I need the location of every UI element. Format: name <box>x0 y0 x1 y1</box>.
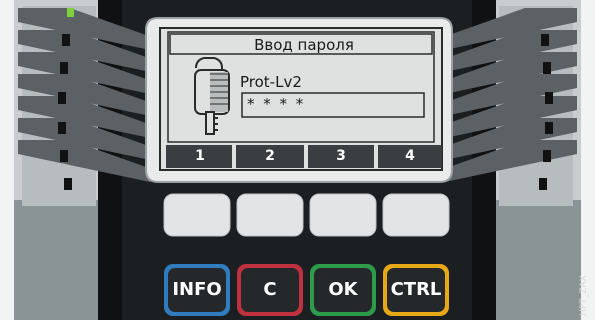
softkey-4[interactable]: 4 <box>378 146 442 166</box>
function-button-4[interactable] <box>382 193 450 237</box>
function-button-3[interactable] <box>309 193 377 237</box>
watermark: HPT_ZAX <box>575 250 593 320</box>
ctrl-button[interactable]: CTRL <box>383 268 449 312</box>
ok-button[interactable]: OK <box>310 268 376 312</box>
c-button[interactable]: C <box>237 268 303 312</box>
watermark-text: HPT_ZAX <box>579 275 589 316</box>
function-button-1[interactable] <box>163 193 231 237</box>
softkey-3[interactable]: 3 <box>309 146 373 166</box>
softkey-1[interactable]: 1 <box>168 146 232 166</box>
led-icon <box>67 8 74 17</box>
function-button-2[interactable] <box>236 193 304 237</box>
info-button[interactable]: INFO <box>164 268 230 312</box>
protection-level-label: Prot-Lv2 <box>240 73 302 91</box>
device-panel: Ввод пароля Prot-Lv2 * * * * 1 2 3 4 INF… <box>0 0 595 320</box>
softkey-2[interactable]: 2 <box>238 146 302 166</box>
lcd-title: Ввод пароля <box>254 36 354 54</box>
password-input[interactable]: * * * * <box>247 95 305 113</box>
